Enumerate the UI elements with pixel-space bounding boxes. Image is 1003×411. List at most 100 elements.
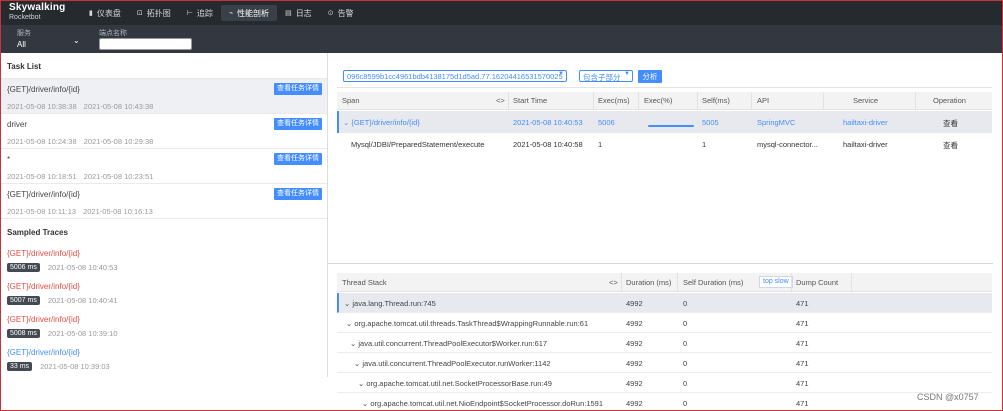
trace-item[interactable]: {GET}/driver/info/{id} 5006 ms 2021-05-08… xyxy=(1,245,327,278)
stack-frame: ⌄ org.apache.tomcat.util.net.SocketProce… xyxy=(358,379,552,388)
stack-dump: 471 xyxy=(796,339,809,348)
span-row[interactable]: ⌄ {GET}/driver/info/{id} 2021-05-08 10:4… xyxy=(337,111,992,133)
chevron-down-icon[interactable]: ▼ xyxy=(558,71,564,77)
duration-badge: 5006 ms xyxy=(7,263,40,272)
endpoint-label-text: 端点名称 xyxy=(99,30,127,37)
col-thread-stack: Thread Stack xyxy=(342,278,387,287)
top-slow-toggle[interactable]: top slow xyxy=(759,276,793,288)
trace-time: 2021-05-08 10:40:41 xyxy=(47,296,118,305)
col-duration: Duration (ms) xyxy=(626,278,672,287)
stack-row[interactable]: ⌄ java.util.concurrent.ThreadPoolExecuto… xyxy=(337,353,992,373)
sampled-traces-title: Sampled Traces xyxy=(7,228,68,237)
task-end: 2021-05-08 10:29:38 xyxy=(83,137,154,146)
stack-self: 0 xyxy=(683,359,688,368)
chevron-down-icon[interactable]: ▼ xyxy=(624,71,630,77)
task-start: 2021-05-08 10:24:38 xyxy=(7,137,77,146)
nav-label: 日志 xyxy=(295,8,312,18)
span-self: 1 xyxy=(702,140,707,149)
view-task-detail-button[interactable]: 查看任务详情 xyxy=(274,153,322,165)
col-divider xyxy=(593,92,594,110)
nav-dashboard[interactable]: ▮ 仪表盘 xyxy=(81,5,129,21)
span-name: ⌄ {GET}/driver/info/{id} xyxy=(343,118,420,127)
trace-item[interactable]: {GET}/driver/info/{id} 5008 ms 2021-05-08… xyxy=(1,311,327,344)
nav-profile[interactable]: ⌁ 性能剖析 xyxy=(220,5,278,21)
logo: Skywalking Rocketbot xyxy=(9,2,66,22)
analyze-button[interactable]: 分析 xyxy=(638,70,662,83)
chevron-down-icon[interactable]: ⌄ xyxy=(73,36,80,45)
col-divider xyxy=(508,92,509,110)
endpoint-input[interactable] xyxy=(99,38,192,50)
nav-label: 告警 xyxy=(337,8,354,18)
stack-row[interactable]: ⌄ org.apache.tomcat.util.threads.TaskThr… xyxy=(337,313,992,333)
thread-stack-header: Thread Stack <> Duration (ms) Self Durat… xyxy=(337,273,992,292)
task-start: 2021-05-08 10:11:13 xyxy=(7,207,77,216)
stack-frame: ⌄ java.util.concurrent.ThreadPoolExecuto… xyxy=(350,339,547,348)
task-item[interactable]: {GET}/driver/info/{id} 2021-05-08 10:11:… xyxy=(1,184,327,219)
stack-dump: 471 xyxy=(796,319,809,328)
filter-bar: 服务 All ⌄ 端点名称 xyxy=(1,25,1002,53)
col-start-time: Start Time xyxy=(513,96,548,105)
nav-alarm[interactable]: ⊙ 告警 xyxy=(320,5,362,21)
task-end: 2021-05-08 10:16:13 xyxy=(83,207,153,216)
logo-subtitle: Rocketbot xyxy=(9,14,41,21)
view-task-detail-button[interactable]: 查看任务详情 xyxy=(274,118,322,130)
stack-row[interactable]: ⌄ java.lang.Thread.run:745 4992 0 471 xyxy=(337,293,992,313)
exec-percent-bar xyxy=(648,125,694,127)
stack-duration: 4992 xyxy=(626,299,643,308)
stack-row[interactable]: ⌄ java.util.concurrent.ThreadPoolExecuto… xyxy=(337,333,992,353)
alarm-icon: ⊙ xyxy=(327,10,334,17)
trace-item[interactable]: {GET}/driver/info/{id} 5007 ms 2021-05-08… xyxy=(1,278,327,311)
task-times: 2021-05-08 10:11:13 2021-05-08 10:16:13 xyxy=(7,207,327,216)
view-task-detail-button[interactable]: 查看任务详情 xyxy=(274,83,322,95)
col-span: Span xyxy=(342,96,360,105)
task-item[interactable]: * 2021-05-08 10:18:51 2021-05-08 10:23:51… xyxy=(1,149,327,184)
segment-select[interactable]: 096c8599b1cc4961bdb4138175d1d5ad.77.1620… xyxy=(343,70,567,82)
resize-icon[interactable]: <> xyxy=(496,96,505,105)
frame-label: org.apache.tomcat.util.threads.TaskThrea… xyxy=(354,319,589,328)
stack-dump: 471 xyxy=(796,299,809,308)
task-start: 2021-05-08 10:18:51 xyxy=(7,172,77,181)
span-operation-link[interactable]: 查看 xyxy=(943,140,958,151)
duration-badge: 5008 ms xyxy=(7,329,40,338)
span-operation-link[interactable]: 查看 xyxy=(943,118,958,129)
service-select[interactable]: 服务 All xyxy=(17,28,31,49)
span-label: {GET}/driver/info/{id} xyxy=(351,118,420,127)
task-item[interactable]: driver 2021-05-08 10:24:38 2021-05-08 10:… xyxy=(1,114,327,149)
col-divider xyxy=(638,92,639,110)
stack-row[interactable]: ⌄ org.apache.tomcat.util.net.SocketProce… xyxy=(337,373,992,393)
trace-name: {GET}/driver/info/{id} xyxy=(7,282,80,291)
nav-log[interactable]: ▤ 日志 xyxy=(277,5,320,21)
view-task-detail-button[interactable]: 查看任务详情 xyxy=(274,188,322,200)
nav-topology[interactable]: ⊡ 拓扑图 xyxy=(129,5,179,21)
span-api: mysql-connector... xyxy=(757,140,818,149)
span-row[interactable]: Mysql/JDBI/PreparedStatement/execute 202… xyxy=(337,133,992,155)
dashboard-icon: ▮ xyxy=(89,10,93,17)
task-times: 2021-05-08 10:38:38 2021-05-08 10:43:38 xyxy=(7,102,327,111)
stack-self: 0 xyxy=(683,339,688,348)
span-exec: 1 xyxy=(598,140,603,149)
span-service: hailtaxi-driver xyxy=(843,118,888,127)
span-exec: 5006 xyxy=(598,118,615,127)
task-start: 2021-05-08 10:38:38 xyxy=(7,102,77,111)
main-nav: ▮ 仪表盘 ⊡ 拓扑图 ⊢ 追踪 ⌁ 性能剖析 ▤ 日志 ⊙ 告警 xyxy=(81,5,362,21)
col-exec-pct: Exec(%) xyxy=(644,96,673,105)
stack-duration: 4992 xyxy=(626,319,643,328)
nav-label: 性能剖析 xyxy=(237,8,270,18)
trace-item[interactable]: {GET}/driver/info/{id} 33 ms 2021-05-08 1… xyxy=(1,344,327,377)
trace-name: {GET}/driver/info/{id} xyxy=(7,249,80,258)
logo-title: Skywalking xyxy=(9,2,66,13)
col-divider xyxy=(751,92,752,110)
col-divider xyxy=(915,92,916,110)
stack-dump: 471 xyxy=(796,359,809,368)
task-item[interactable]: {GET}/driver/info/{id} 2021-05-08 10:38:… xyxy=(1,79,327,114)
profile-icon: ⌁ xyxy=(228,10,234,17)
stack-row[interactable]: ⌄ org.apache.tomcat.util.net.NioEndpoint… xyxy=(337,393,992,410)
resize-icon[interactable]: <> xyxy=(609,278,618,287)
nav-trace[interactable]: ⊢ 追踪 xyxy=(179,5,221,21)
stack-self: 0 xyxy=(683,319,688,328)
span-start: 2021-05-08 10:40:58 xyxy=(513,140,583,149)
trace-icon: ⊢ xyxy=(186,10,193,17)
span-table-header: Span <> Start Time Exec(ms) Exec(%) Self… xyxy=(337,92,992,110)
span-name: Mysql/JDBI/PreparedStatement/execute xyxy=(351,140,485,149)
span-api: SpringMVC xyxy=(757,118,796,127)
